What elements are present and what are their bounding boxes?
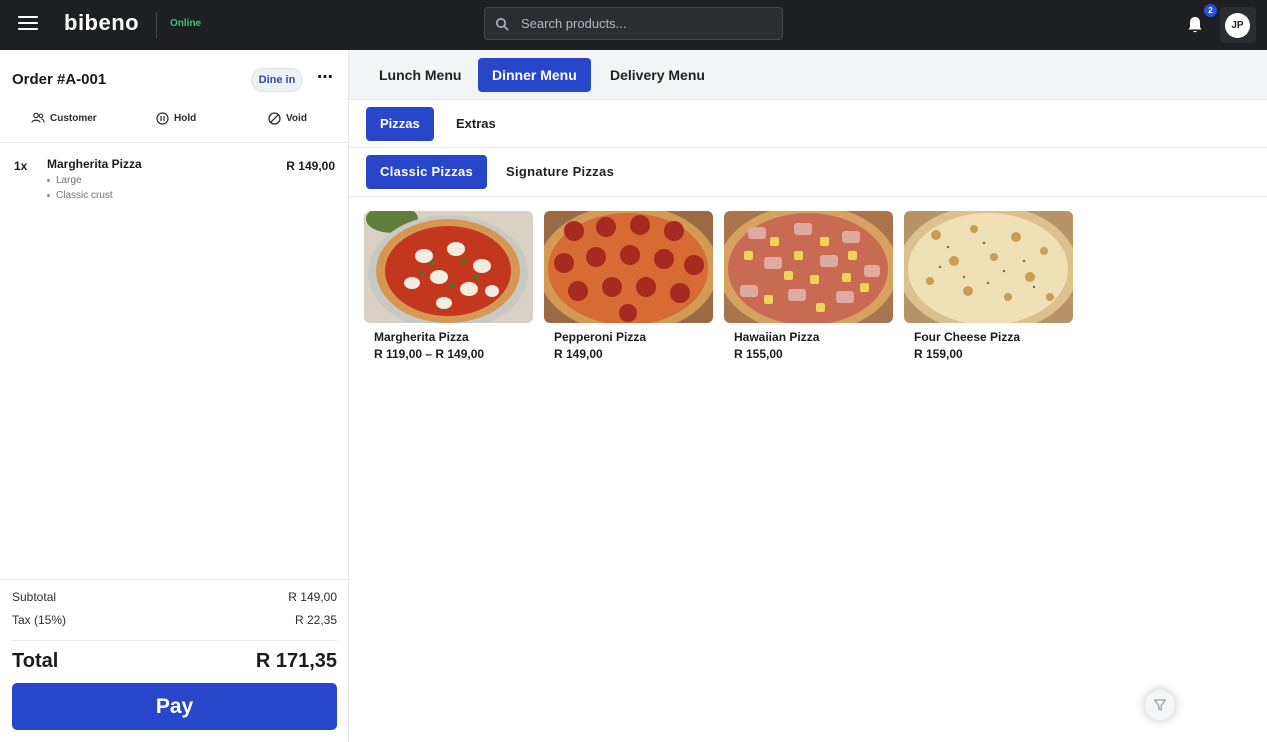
void-label: Void (286, 112, 307, 124)
line-item-quantity: 1x (14, 159, 28, 173)
line-item-name: Margherita Pizza (47, 157, 142, 171)
avatar: JP (1225, 13, 1250, 38)
order-line-item[interactable]: 1x Margherita Pizza R 149,00 Large Class… (0, 150, 348, 210)
product-card-pepperoni[interactable]: Pepperoni Pizza R 149,00 (544, 211, 713, 371)
product-price: R 119,00 – R 149,00 (374, 347, 485, 361)
divider (0, 579, 348, 580)
customer-label: Customer (50, 112, 97, 124)
void-button[interactable]: Void (268, 106, 307, 130)
divider (0, 142, 348, 143)
tax-value: R 22,35 (294, 613, 337, 627)
service-type-badge[interactable]: Dine in (251, 68, 303, 92)
product-price: R 149,00 (554, 347, 603, 361)
product-card-four-cheese[interactable]: Four Cheese Pizza R 159,00 (904, 211, 1073, 371)
online-status: Online (170, 18, 202, 29)
hold-label: Hold (174, 112, 197, 124)
divider (12, 640, 337, 641)
subcategory-classic-pizzas[interactable]: Classic Pizzas (366, 155, 488, 189)
product-name: Hawaiian Pizza (734, 330, 820, 344)
search-box[interactable] (484, 7, 783, 40)
product-card-margherita[interactable]: Margherita Pizza R 119,00 – R 149,00 (364, 211, 533, 371)
pepperoni-pizza-image (544, 211, 713, 323)
more-options-button[interactable]: ⋯ (311, 70, 339, 90)
category-tabs: Pizzas Extras (349, 100, 1267, 148)
notification-badge: 2 (1204, 4, 1217, 17)
order-panel: Order #A-001 Dine in ⋯ Customer Hold Voi… (0, 50, 349, 742)
filter-icon (1153, 699, 1167, 711)
product-price: R 159,00 (914, 347, 963, 361)
order-title: Order #A-001 (12, 71, 107, 88)
product-name: Four Cheese Pizza (914, 330, 1021, 344)
customer-button[interactable]: Customer (31, 106, 97, 130)
subtotal-label: Subtotal (12, 590, 57, 604)
search-input[interactable] (515, 8, 777, 39)
total-label: Total (12, 650, 59, 672)
product-name: Margherita Pizza (374, 330, 469, 344)
pay-button[interactable]: Pay (12, 683, 337, 730)
subcategory-tabs: Classic Pizzas Signature Pizzas (349, 148, 1267, 197)
filter-button[interactable] (1145, 690, 1175, 720)
account-button[interactable]: JP (1220, 7, 1256, 43)
topbar-divider (156, 12, 157, 38)
category-extras[interactable]: Extras (442, 107, 510, 141)
line-item-price: R 149,00 (286, 159, 335, 173)
margherita-pizza-image (364, 211, 533, 323)
bell-icon[interactable] (1186, 15, 1204, 35)
subcategory-signature-pizzas[interactable]: Signature Pizzas (492, 155, 628, 189)
tab-lunch-menu[interactable]: Lunch Menu (365, 58, 475, 92)
product-card-hawaiian[interactable]: Hawaiian Pizza R 155,00 (724, 211, 893, 371)
tab-dinner-menu[interactable]: Dinner Menu (478, 58, 591, 92)
line-item-modifier: Classic crust (47, 190, 113, 201)
menu-tabs: Lunch Menu Dinner Menu Delivery Menu (349, 50, 1267, 100)
app-logo: bibeno (64, 10, 140, 35)
search-icon (496, 18, 509, 31)
top-bar: bibeno Online 2 JP (0, 0, 1267, 50)
pause-circle-icon (156, 111, 169, 125)
line-item-modifier: Large (47, 175, 82, 186)
four-cheese-pizza-image (904, 211, 1073, 323)
total-value: R 171,35 (255, 650, 337, 672)
users-icon (31, 112, 45, 123)
tab-delivery-menu[interactable]: Delivery Menu (596, 58, 719, 92)
menu-icon[interactable] (18, 16, 38, 34)
hold-button[interactable]: Hold (156, 106, 196, 130)
product-name: Pepperoni Pizza (554, 330, 647, 344)
subtotal-value: R 149,00 (288, 590, 337, 604)
ban-icon (268, 111, 281, 125)
tax-label: Tax (15%) (12, 613, 67, 627)
hawaiian-pizza-image (724, 211, 893, 323)
product-price: R 155,00 (734, 347, 783, 361)
category-pizzas[interactable]: Pizzas (366, 107, 434, 141)
